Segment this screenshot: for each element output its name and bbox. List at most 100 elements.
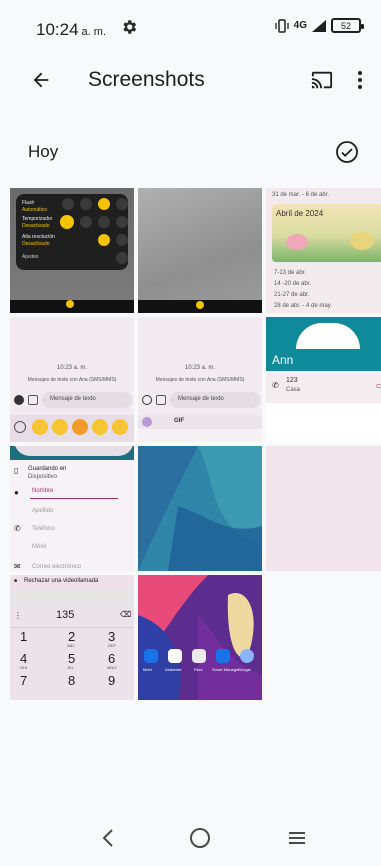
dialer-gap (10, 589, 134, 605)
key-3-sub: DEF (108, 643, 116, 648)
thumbnail-home-screen[interactable]: Meet Asistente Files Smart Manager Googl… (138, 575, 262, 700)
contact-number-type: Casa (286, 387, 301, 393)
more-options-button[interactable] (345, 65, 375, 95)
message-time-2: 10:23 a. m. (184, 365, 216, 371)
shutter-icon-2 (196, 301, 204, 309)
status-icons: 4G 52 (274, 18, 364, 33)
thumbnail-gray-photo[interactable] (138, 188, 262, 313)
section-title: Hoy (28, 142, 59, 161)
nav-recents-icon[interactable] (287, 828, 307, 848)
contact-number: 123 (286, 377, 298, 384)
flash-value: Automático (22, 207, 48, 213)
thumbnail-dialer[interactable]: ■ Rechazar una videollamada 135 ⌫ ⋮ 1 2 … (10, 575, 134, 700)
message-input-2: Mensaje de texto (170, 392, 260, 408)
res-value: Desactivado (22, 241, 50, 247)
settings-gear-icon (116, 252, 128, 264)
status-bar: 10:24 a. m. 4G 52 (0, 0, 381, 50)
device-icon: ▯ (14, 466, 19, 475)
meet-app-icon (144, 649, 158, 663)
assistant-app-icon (168, 649, 182, 663)
arrow-back-icon (33, 72, 49, 88)
key-8: 8 (68, 673, 76, 688)
timer-10-icon (116, 216, 128, 228)
thumbnail-messages-keyboard[interactable]: 10:23 a. m. Mensajes de texto con Ana (S… (138, 317, 262, 442)
add-icon-2 (142, 395, 152, 405)
gear-icon (123, 20, 137, 34)
files-app-icon (192, 649, 206, 663)
res-label: Alta resolución Desactivado (22, 234, 55, 248)
key-6: 6 (108, 651, 116, 666)
flash-text: Flash (22, 200, 35, 206)
calendar-week-range: 31 de mar. - 6 de abr. (272, 192, 330, 198)
timer-label: Temporizador Desactivado (22, 216, 52, 230)
meet-label: Meet (143, 667, 152, 672)
field-type: Móvil (32, 544, 47, 550)
week-row-1: 7-13 de abr. (274, 270, 307, 276)
status-time: 10:24 a. m. (36, 20, 106, 40)
field-surname: Apellido (32, 508, 54, 514)
message-input-placeholder-2: Mensaje de texto (178, 396, 224, 402)
navigation-bar (0, 814, 381, 866)
select-all-button[interactable] (333, 138, 361, 166)
clock: 10:24 (36, 20, 79, 39)
saving-label: Guardando en (28, 466, 67, 472)
app-bar: Screenshots (0, 55, 381, 105)
gallery-icon (28, 395, 38, 405)
vibrate-icon (275, 18, 289, 33)
page-title: Screenshots (88, 68, 205, 91)
keyboard-back-icon (142, 417, 152, 427)
message-input-placeholder: Mensaje de texto (50, 396, 96, 402)
thumbnail-blue-wallpaper[interactable] (138, 446, 262, 571)
wallpaper-art (138, 446, 262, 571)
timer-off-icon (60, 215, 74, 229)
message-input: Mensaje de texto (42, 392, 132, 408)
key-2-sub: ABC (67, 643, 76, 648)
timer-text: Temporizador (22, 216, 53, 222)
video-icon: ■ (14, 578, 18, 584)
nav-back-icon[interactable] (98, 826, 118, 850)
week-row-4: 28 de abr. - 4 de may (274, 303, 331, 309)
hires-off-icon (116, 234, 128, 246)
reject-video-call: Rechazar una videollamada (24, 578, 99, 584)
field-name: Nombre (32, 488, 54, 494)
email-icon: ✉ (14, 562, 21, 571)
contact-name: Ann (272, 353, 294, 367)
key-6-sub: MNO (107, 665, 117, 670)
cast-button[interactable] (307, 65, 337, 95)
thumbnail-contact[interactable]: Ann ✆ 123 Casa ▭ (266, 317, 381, 442)
contact-body (266, 403, 381, 442)
thumbnail-messages-emoji[interactable]: 10:23 a. m. Mensajes de texto con Ana (S… (10, 317, 134, 442)
back-button[interactable] (26, 65, 56, 95)
thumbnail-calendar[interactable]: 31 de mar. - 6 de abr. Abril de 2024 7-1… (266, 188, 381, 313)
phone-icon-2: ✆ (14, 524, 21, 533)
settings-label: Ajustes (22, 254, 39, 260)
clock-ampm: a. m. (81, 26, 106, 38)
field-phone: Teléfono (32, 526, 55, 532)
emoji-2 (52, 419, 68, 435)
timer-value: Desactivado (22, 223, 50, 229)
gallery-icon-2 (156, 395, 166, 405)
add-icon (14, 395, 24, 405)
message-info-2: Mensajes de texto con Ana (SMS/MMS) (155, 377, 245, 383)
nav-home-button[interactable] (190, 828, 210, 848)
week-row-2: 14 -20 de abr. (274, 281, 312, 287)
thumbnail-blank[interactable] (266, 446, 381, 571)
emoji-4 (92, 419, 108, 435)
keyboard-toolbar: GIF (138, 415, 262, 429)
shutter-icon (66, 300, 74, 308)
flash-on-icon (80, 198, 92, 210)
timer-5-icon (98, 216, 110, 228)
dialer-menu-icon: ⋮ (14, 611, 22, 620)
key-5: 5 (68, 651, 76, 666)
calendar-month: Abril de 2024 (276, 209, 324, 218)
assistant-label: Asistente (165, 667, 182, 672)
saving-dest: Dispositivo (28, 474, 58, 480)
calendar-banner: Abril de 2024 (272, 204, 381, 262)
thumbnail-new-contact[interactable]: ▯ Guardando en Dispositivo ● Nombre Apel… (10, 446, 134, 571)
form-avatar-bg (14, 446, 134, 456)
gif-button: GIF (174, 418, 184, 424)
thumbnail-camera-settings[interactable]: Flash Automático Temporizador Desactivado … (10, 188, 134, 313)
key-7: 7 (20, 673, 28, 688)
flash-torch-icon (116, 198, 128, 210)
message-time: 10:23 a. m. (56, 365, 88, 371)
